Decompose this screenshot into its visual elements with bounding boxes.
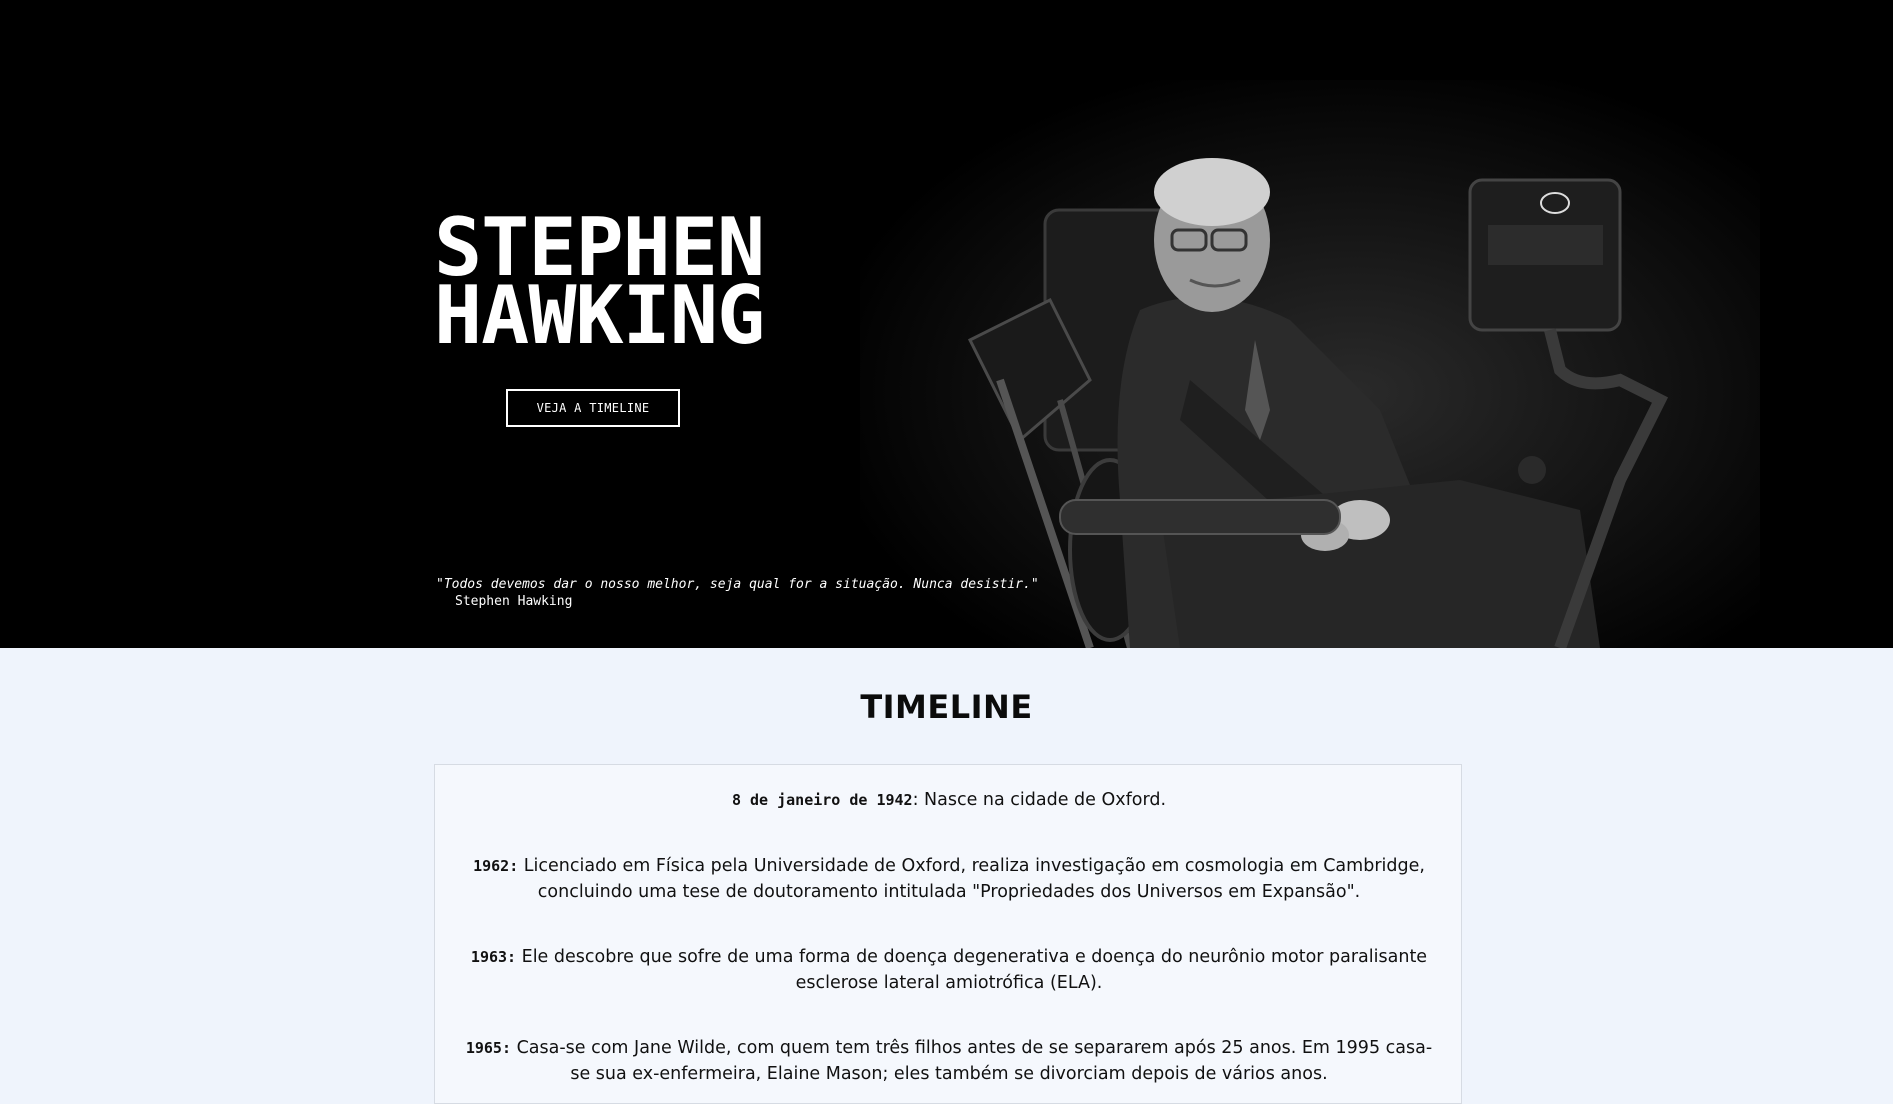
stephen-hawking-photo: [860, 80, 1760, 648]
timeline-card: 8 de janeiro de 1942: Nasce na cidade de…: [434, 764, 1462, 1104]
timeline-entry: 1962: Licenciado em Física pela Universi…: [461, 853, 1437, 905]
timeline-entry: 8 de janeiro de 1942: Nasce na cidade de…: [461, 787, 1437, 813]
timeline-entry: 1963: Ele descobre que sofre de uma form…: [461, 944, 1437, 996]
timeline-entry: 1965: Casa-se com Jane Wilde, com quem t…: [461, 1035, 1437, 1087]
quote-text: "Todos devemos dar o nosso melhor, seja …: [436, 577, 1039, 592]
entry-text: : Nasce na cidade de Oxford.: [912, 790, 1167, 810]
hero-title-last-name: HAWKING: [434, 269, 765, 362]
timeline-section: TIMELINE 8 de janeiro de 1942: Nasce na …: [0, 648, 1893, 1104]
entry-text: Casa-se com Jane Wilde, com quem tem trê…: [511, 1038, 1433, 1084]
timeline-heading: TIMELINE: [860, 688, 1033, 726]
quote-author: Stephen Hawking: [455, 594, 573, 609]
entry-text: Licenciado em Física pela Universidade d…: [518, 856, 1425, 902]
hero-quote: "Todos devemos dar o nosso melhor, seja …: [436, 576, 1039, 610]
hero-title: STEPHEN HAWKING: [434, 208, 765, 362]
view-timeline-button[interactable]: VEJA A TIMELINE: [506, 389, 680, 427]
hero-section: STEPHEN HAWKING VEJA A TIMELINE "Todos d…: [0, 0, 1893, 648]
entry-date: 1965:: [465, 1039, 511, 1057]
entry-date: 8 de janeiro de 1942: [731, 791, 913, 809]
entry-date: 1963:: [470, 948, 517, 966]
entry-text: Ele descobre que sofre de uma forma de d…: [516, 947, 1428, 993]
entry-date: 1962:: [473, 857, 519, 875]
